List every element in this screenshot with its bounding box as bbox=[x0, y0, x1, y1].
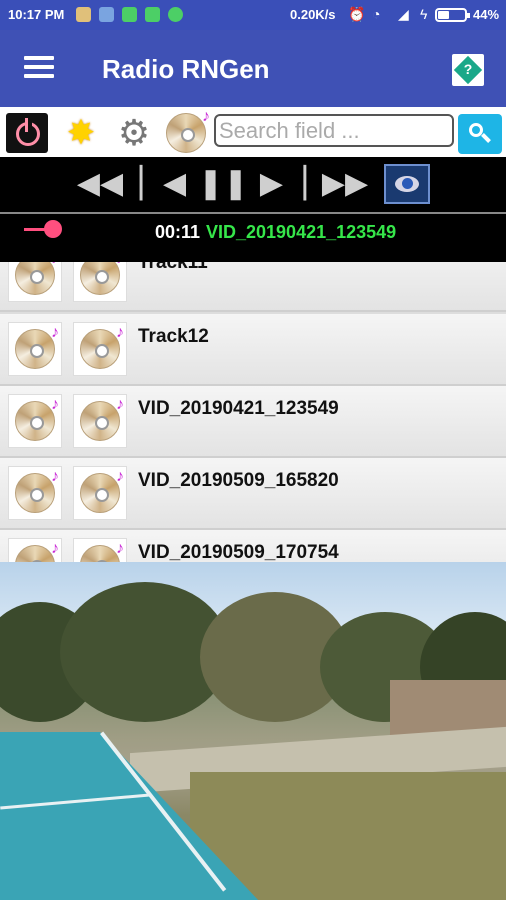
list-item[interactable]: ♪ ♪ Track11 bbox=[0, 262, 506, 312]
seek-track[interactable] bbox=[24, 228, 46, 231]
gallery-notification-icon bbox=[76, 7, 91, 22]
cd-icon[interactable]: ♪ bbox=[8, 322, 62, 376]
power-button[interactable] bbox=[6, 113, 48, 153]
cd-icon[interactable]: ♪ bbox=[73, 322, 127, 376]
track-name: Track12 bbox=[138, 326, 209, 347]
android-notification-icon bbox=[122, 7, 137, 22]
sync-notification-icon bbox=[168, 7, 183, 22]
transport-controls: ◀◀ ▏◀ ❚❚ ▶▕ ▶▶ bbox=[0, 157, 506, 212]
cd-icon[interactable]: ♪ bbox=[8, 466, 62, 520]
cd-icon[interactable]: ♪ bbox=[73, 466, 127, 520]
toolbar: ✸ ⚙ ♪ bbox=[0, 107, 506, 157]
battery-icon bbox=[435, 8, 470, 22]
android-notification-icon-2 bbox=[145, 7, 160, 22]
pause-button[interactable]: ❚❚ bbox=[198, 165, 248, 203]
app-title: Radio RNGen bbox=[102, 54, 270, 84]
help-icon[interactable]: ? bbox=[452, 54, 484, 86]
previous-track-button[interactable]: ▏◀ bbox=[138, 165, 188, 203]
app-notification-icon bbox=[99, 7, 114, 22]
signal-icon: ◢ bbox=[398, 6, 409, 22]
favorites-star-icon[interactable]: ✸ bbox=[60, 113, 102, 153]
list-item[interactable]: ♪ ♪ VID_20190421_123549 bbox=[0, 386, 506, 458]
cd-icon[interactable]: ♪ bbox=[8, 394, 62, 448]
track-name: Track11 bbox=[138, 262, 208, 273]
search-button[interactable] bbox=[458, 114, 502, 154]
list-item[interactable]: ♪ ♪ VID_20190509_170754 bbox=[0, 530, 506, 562]
fast-forward-button[interactable]: ▶▶ bbox=[320, 165, 370, 203]
status-bar: 10:17 PM 0.20K/s ⏰ ◔ ◢ ϟ 44% bbox=[0, 0, 506, 30]
app-bar: Radio RNGen ? bbox=[0, 30, 506, 107]
track-name: VID_20190509_170754 bbox=[138, 542, 339, 562]
seek-thumb[interactable] bbox=[44, 220, 62, 238]
cd-icon[interactable]: ♪ bbox=[8, 262, 62, 302]
wifi-icon: ◔ bbox=[372, 6, 381, 22]
music-library-cd-icon[interactable]: ♪ bbox=[166, 108, 210, 153]
list-item[interactable]: ♪ ♪ VID_20190509_165820 bbox=[0, 458, 506, 530]
rewind-button[interactable]: ◀◀ bbox=[75, 165, 125, 203]
video-player[interactable] bbox=[0, 562, 506, 900]
status-time: 10:17 PM bbox=[8, 7, 65, 22]
network-speed: 0.20K/s bbox=[290, 7, 336, 22]
alarm-icon: ⏰ bbox=[348, 6, 366, 22]
visualizer-eye-icon[interactable] bbox=[384, 164, 430, 204]
hamburger-menu-icon[interactable] bbox=[24, 56, 54, 78]
cd-icon[interactable]: ♪ bbox=[8, 538, 62, 562]
charging-icon: ϟ bbox=[420, 6, 428, 22]
current-track-name: VID_20190421_123549 bbox=[206, 222, 397, 242]
cd-icon[interactable]: ♪ bbox=[73, 394, 127, 448]
battery-percent: 44% bbox=[473, 7, 500, 22]
elapsed-time: 00:11 bbox=[155, 222, 201, 242]
search-input[interactable] bbox=[214, 114, 454, 147]
cd-icon[interactable]: ♪ bbox=[73, 538, 127, 562]
battery-fill bbox=[438, 11, 449, 19]
seek-bar: 00:11 VID_20190421_123549 bbox=[0, 212, 506, 262]
cd-icon[interactable]: ♪ bbox=[73, 262, 127, 302]
track-list: ♪ ♪ Track11 ♪ ♪ Track12 ♪ ♪ VID_20190421… bbox=[0, 262, 506, 562]
next-track-button[interactable]: ▶▕ bbox=[258, 165, 308, 203]
track-name: VID_20190421_123549 bbox=[138, 398, 339, 419]
list-item[interactable]: ♪ ♪ Track12 bbox=[0, 314, 506, 386]
track-name: VID_20190509_165820 bbox=[138, 470, 339, 491]
settings-gear-icon[interactable]: ⚙ bbox=[113, 113, 155, 153]
